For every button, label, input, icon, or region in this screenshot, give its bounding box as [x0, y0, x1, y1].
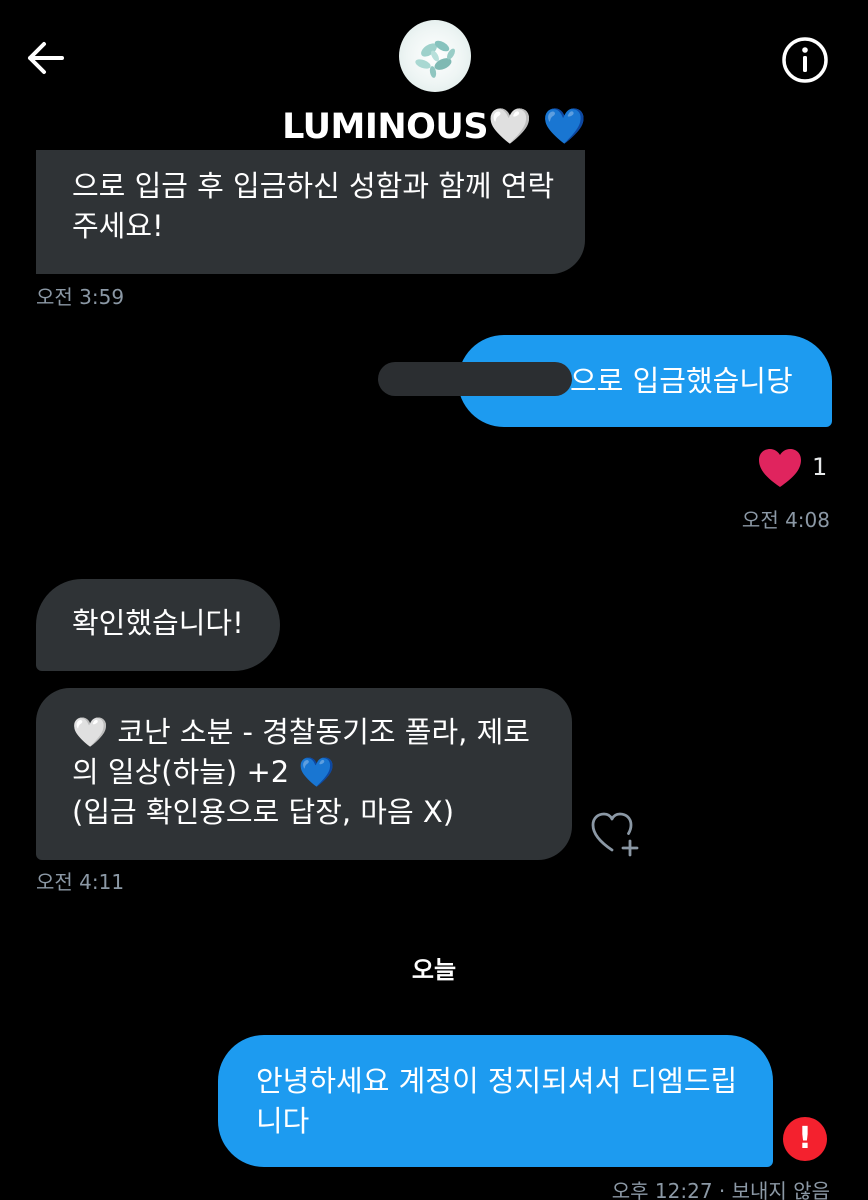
- message-line: 니다: [256, 1104, 310, 1138]
- conversation-title[interactable]: LUMINOUS🤍 💙: [0, 106, 868, 147]
- message-bubble-received[interactable]: 🤍 코난 소분 - 경찰동기조 폴라, 제로 의 일상(하늘) +2 💙 (입금…: [36, 688, 572, 860]
- white-heart-emoji: 🤍: [72, 715, 109, 749]
- message-text: 의 일상(하늘) +2: [72, 755, 299, 789]
- message-line: 으로 입금 후 입금하신 성함과 함께 연락: [72, 169, 555, 203]
- info-button[interactable]: [780, 35, 830, 85]
- blue-heart-emoji: 💙: [298, 755, 335, 789]
- message-text: 코난 소분 - 경찰동기조 폴라, 제로: [108, 715, 530, 749]
- message-text: 확인했습니다!: [72, 606, 244, 640]
- avatar[interactable]: [399, 20, 471, 92]
- message-line: 주세요!: [72, 209, 164, 243]
- add-reaction-button[interactable]: [590, 810, 642, 858]
- heart-icon: [759, 449, 801, 487]
- message-timestamp: 오전 4:08: [741, 508, 830, 532]
- day-separator: 오늘: [411, 956, 457, 984]
- back-button[interactable]: [22, 36, 70, 80]
- message-line: 🤍 코난 소분 - 경찰동기조 폴라, 제로: [72, 712, 572, 752]
- message-bubble-received[interactable]: 으로 입금 후 입금하신 성함과 함께 연락 주세요!: [36, 150, 585, 274]
- message-status-timestamp: 오후 12:27 · 보내지 않음: [611, 1179, 830, 1200]
- reaction-heart[interactable]: [757, 447, 803, 489]
- message-line: 의 일상(하늘) +2 💙: [72, 752, 572, 792]
- heart-plus-icon: [591, 812, 639, 857]
- reaction-count: 1: [812, 453, 828, 481]
- arrow-left-icon: [28, 42, 64, 74]
- conversation-name: LUMINOUS: [282, 107, 489, 147]
- info-icon: [782, 37, 828, 83]
- message-timestamp: 오전 4:11: [36, 870, 125, 894]
- redaction-mark: [378, 362, 572, 396]
- error-icon[interactable]: !: [783, 1117, 827, 1161]
- message-line: 안녕하세요 계정이 정지되셔서 디엠드립: [256, 1064, 738, 1098]
- blue-heart-emoji: 💙: [542, 107, 587, 147]
- avatar-image: [415, 40, 455, 78]
- message-line: (입금 확인용으로 답장, 마음 X): [72, 795, 455, 829]
- white-heart-emoji: 🤍: [488, 107, 532, 147]
- message-timestamp: 오전 3:59: [36, 285, 125, 309]
- message-bubble-sent[interactable]: 안녕하세요 계정이 정지되셔서 디엠드립 니다: [218, 1035, 773, 1167]
- message-bubble-received[interactable]: 확인했습니다!: [36, 579, 280, 671]
- message-text: 으로 입금했습니당: [570, 364, 793, 398]
